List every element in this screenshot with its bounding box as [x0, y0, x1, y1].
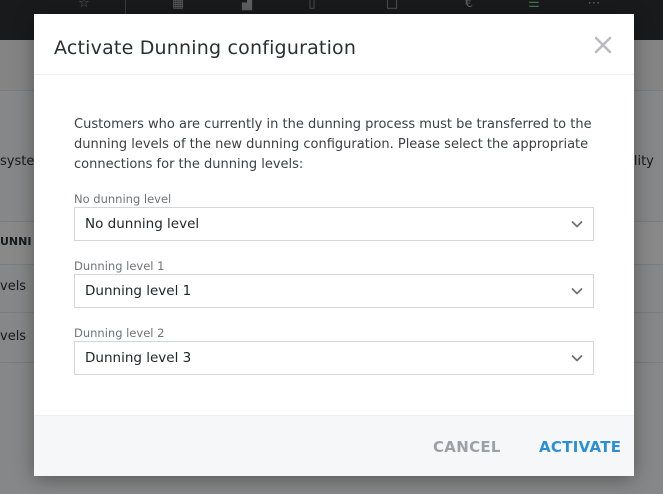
chevron-down-icon [571, 221, 583, 228]
field-label-no-dunning-level: No dunning level [74, 192, 172, 206]
activate-dunning-dialog: Activate Dunning configuration Customers… [34, 14, 634, 476]
close-button[interactable] [592, 34, 614, 56]
chevron-down-icon [571, 288, 583, 295]
cancel-button[interactable]: CANCEL [433, 438, 501, 456]
chevron-down-icon [571, 355, 583, 362]
dialog-header: Activate Dunning configuration [34, 14, 634, 75]
dialog-title: Activate Dunning configuration [54, 37, 357, 59]
select-dunning-level-1[interactable]: Dunning level 1 [74, 274, 594, 308]
select-no-dunning-level[interactable]: No dunning level [74, 207, 594, 241]
select-value: Dunning level 1 [85, 283, 192, 299]
activate-button[interactable]: ACTIVATE [539, 438, 621, 456]
dialog-description: Customers who are currently in the dunni… [74, 117, 592, 172]
select-value: No dunning level [85, 216, 200, 232]
close-icon [594, 36, 612, 54]
select-value: Dunning level 3 [85, 350, 192, 366]
field-label-dunning-level-1: Dunning level 1 [74, 259, 165, 273]
field-label-dunning-level-2: Dunning level 2 [74, 326, 165, 340]
select-dunning-level-2[interactable]: Dunning level 3 [74, 341, 594, 375]
dialog-footer: CANCEL ACTIVATE [34, 415, 634, 476]
